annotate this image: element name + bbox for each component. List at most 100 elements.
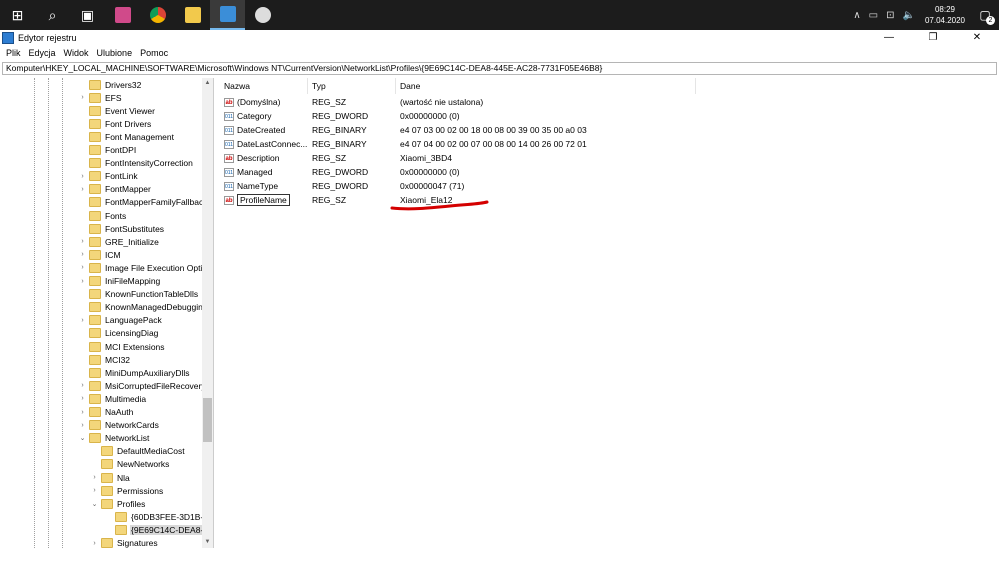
menu-pomoc[interactable]: Pomoc — [136, 48, 172, 58]
value-row[interactable]: ab (Domyślna) REG_SZ (wartość nie ustalona) — [220, 95, 999, 109]
chevron-down-icon[interactable]: ⌄ — [90, 500, 99, 508]
tree-item[interactable]: FontDPI — [78, 144, 137, 157]
task-view-icon[interactable]: ▣ — [70, 0, 105, 30]
display-icon[interactable]: ▭ — [865, 10, 882, 21]
tree-item[interactable]: › GRE_Initialize — [78, 235, 160, 248]
chevron-right-icon[interactable]: › — [90, 487, 99, 494]
scroll-up-icon[interactable]: ▲ — [202, 78, 213, 89]
chevron-right-icon[interactable]: › — [78, 395, 87, 402]
tree-item[interactable]: FontMapperFamilyFallbac — [78, 196, 204, 209]
chevron-right-icon[interactable]: › — [78, 251, 87, 258]
start-icon[interactable]: ⊞ — [0, 0, 35, 30]
address-bar[interactable]: Komputer\HKEY_LOCAL_MACHINE\SOFTWARE\Mic… — [2, 62, 997, 75]
tree-item-label: FontMapper — [105, 184, 151, 195]
tree-item[interactable]: DefaultMediaCost — [90, 445, 186, 458]
chevron-right-icon[interactable]: › — [78, 278, 87, 285]
tree-item[interactable]: › EFS — [78, 91, 123, 104]
tree-item[interactable]: LicensingDiag — [78, 327, 159, 340]
folder-icon — [89, 118, 101, 129]
tree-item[interactable]: KnownFunctionTableDlls — [78, 288, 199, 301]
tree-item[interactable]: › LanguagePack — [78, 314, 163, 327]
tree-item[interactable]: › NetworkCards — [78, 419, 160, 432]
tree-item[interactable]: Font Management — [78, 130, 175, 143]
tree-item[interactable]: › Permissions — [90, 484, 164, 497]
store-icon[interactable] — [105, 0, 140, 30]
chevron-right-icon[interactable]: › — [90, 474, 99, 481]
tree-item[interactable]: › MsiCorruptedFileRecovery — [78, 379, 207, 392]
tree-item-label: FontMapperFamilyFallbac — [105, 197, 204, 208]
volume-icon[interactable]: 🔈 — [899, 10, 919, 21]
folder-icon — [89, 262, 101, 273]
tree-item[interactable]: KnownManagedDebuggin — [78, 301, 204, 314]
value-row[interactable]: 011 Managed REG_DWORD 0x00000000 (0) — [220, 165, 999, 179]
minimize-button[interactable]: — — [867, 30, 911, 46]
tree-item[interactable]: {9E69C14C-DEA8-44 — [104, 523, 213, 536]
chevron-right-icon[interactable]: › — [78, 264, 87, 271]
clock[interactable]: 08:29 07.04.2020 — [919, 4, 971, 26]
tree-item[interactable]: MCI Extensions — [78, 340, 166, 353]
tree-item[interactable]: › FontMapper — [78, 183, 152, 196]
file-explorer-icon[interactable] — [175, 0, 210, 30]
folder-icon — [89, 249, 101, 260]
tree-item[interactable]: ⌄ NetworkList — [78, 432, 150, 445]
notification-center-icon[interactable]: ▢ 2 — [971, 0, 999, 30]
tree-item[interactable]: › NaAuth — [78, 406, 134, 419]
tree-item[interactable]: › Signatures — [90, 537, 159, 548]
tree-item[interactable]: › FontLink — [78, 170, 139, 183]
chevron-right-icon[interactable]: › — [78, 409, 87, 416]
tree-item[interactable]: Fonts — [78, 209, 127, 222]
regedit-icon[interactable] — [210, 0, 245, 30]
tree-scrollbar[interactable]: ▲ ▼ — [202, 78, 213, 548]
chevron-right-icon[interactable]: › — [78, 94, 87, 101]
column-header-data[interactable]: Dane — [396, 78, 696, 94]
tree-item[interactable]: Font Drivers — [78, 117, 152, 130]
value-row[interactable]: 011 Category REG_DWORD 0x00000000 (0) — [220, 109, 999, 123]
tree-item-label: Permissions — [117, 485, 164, 496]
tree-scroll-thumb[interactable] — [203, 398, 212, 442]
menu-ulubione[interactable]: Ulubione — [93, 48, 137, 58]
tree-item[interactable]: NewNetworks — [90, 458, 170, 471]
chevron-right-icon[interactable]: › — [78, 422, 87, 429]
menu-plik[interactable]: Plik — [2, 48, 25, 58]
chevron-down-icon[interactable]: ⌄ — [78, 434, 87, 442]
tree-item[interactable]: Event Viewer — [78, 104, 156, 117]
value-row[interactable]: ab Description REG_SZ Xiaomi_3BD4 — [220, 151, 999, 165]
column-header-name[interactable]: Nazwa — [220, 78, 308, 94]
chevron-right-icon[interactable]: › — [78, 186, 87, 193]
value-type: REG_DWORD — [312, 167, 369, 177]
column-header-type[interactable]: Typ — [308, 78, 396, 94]
maximize-button[interactable]: ❐ — [911, 30, 955, 46]
tree-item[interactable]: Drivers32 — [78, 78, 142, 91]
tree-item[interactable]: › Nla — [90, 471, 131, 484]
menu-widok[interactable]: Widok — [60, 48, 93, 58]
search-icon[interactable]: ⌕ — [35, 0, 70, 30]
chrome-icon[interactable] — [140, 0, 175, 30]
tree-item[interactable]: MiniDumpAuxiliaryDlls — [78, 366, 191, 379]
scroll-down-icon[interactable]: ▼ — [202, 537, 213, 548]
tree-item[interactable]: FontSubstitutes — [78, 222, 165, 235]
tree-item[interactable]: › ICM — [78, 248, 122, 261]
value-row[interactable]: ab ProfileName REG_SZ Xiaomi_Ela12 — [220, 193, 999, 207]
chevron-right-icon[interactable]: › — [78, 382, 87, 389]
menu-edycja[interactable]: Edycja — [25, 48, 60, 58]
tree-item[interactable]: FontIntensityCorrection — [78, 157, 194, 170]
value-row[interactable]: 011 DateCreated REG_BINARY e4 07 03 00 02 0… — [220, 123, 999, 137]
value-row[interactable]: 011 NameType REG_DWORD 0x00000047 (71) — [220, 179, 999, 193]
tree-item[interactable]: ⌄ Profiles — [90, 497, 146, 510]
chevron-right-icon[interactable]: › — [90, 540, 99, 547]
value-name: DateCreated — [237, 125, 286, 135]
network-icon[interactable]: ⊡ — [882, 10, 898, 21]
tree-item[interactable]: › IniFileMapping — [78, 275, 161, 288]
chevron-up-icon[interactable]: ∧ — [849, 10, 864, 21]
chevron-right-icon[interactable]: › — [78, 173, 87, 180]
tree-item[interactable]: {60DB3FEE-3D1B-487 — [104, 510, 213, 523]
close-button[interactable]: ✕ — [955, 30, 999, 46]
chevron-right-icon[interactable]: › — [78, 238, 87, 245]
tree-item[interactable]: › Image File Execution Optic — [78, 261, 208, 274]
paint-icon[interactable] — [245, 0, 280, 30]
tree-item[interactable]: › Multimedia — [78, 392, 147, 405]
value-name-edit-field[interactable]: ProfileName — [237, 194, 290, 206]
tree-item[interactable]: MCI32 — [78, 353, 131, 366]
value-row[interactable]: 011 DateLastConnec... REG_BINARY e4 07 04 0… — [220, 137, 999, 151]
chevron-right-icon[interactable]: › — [78, 317, 87, 324]
